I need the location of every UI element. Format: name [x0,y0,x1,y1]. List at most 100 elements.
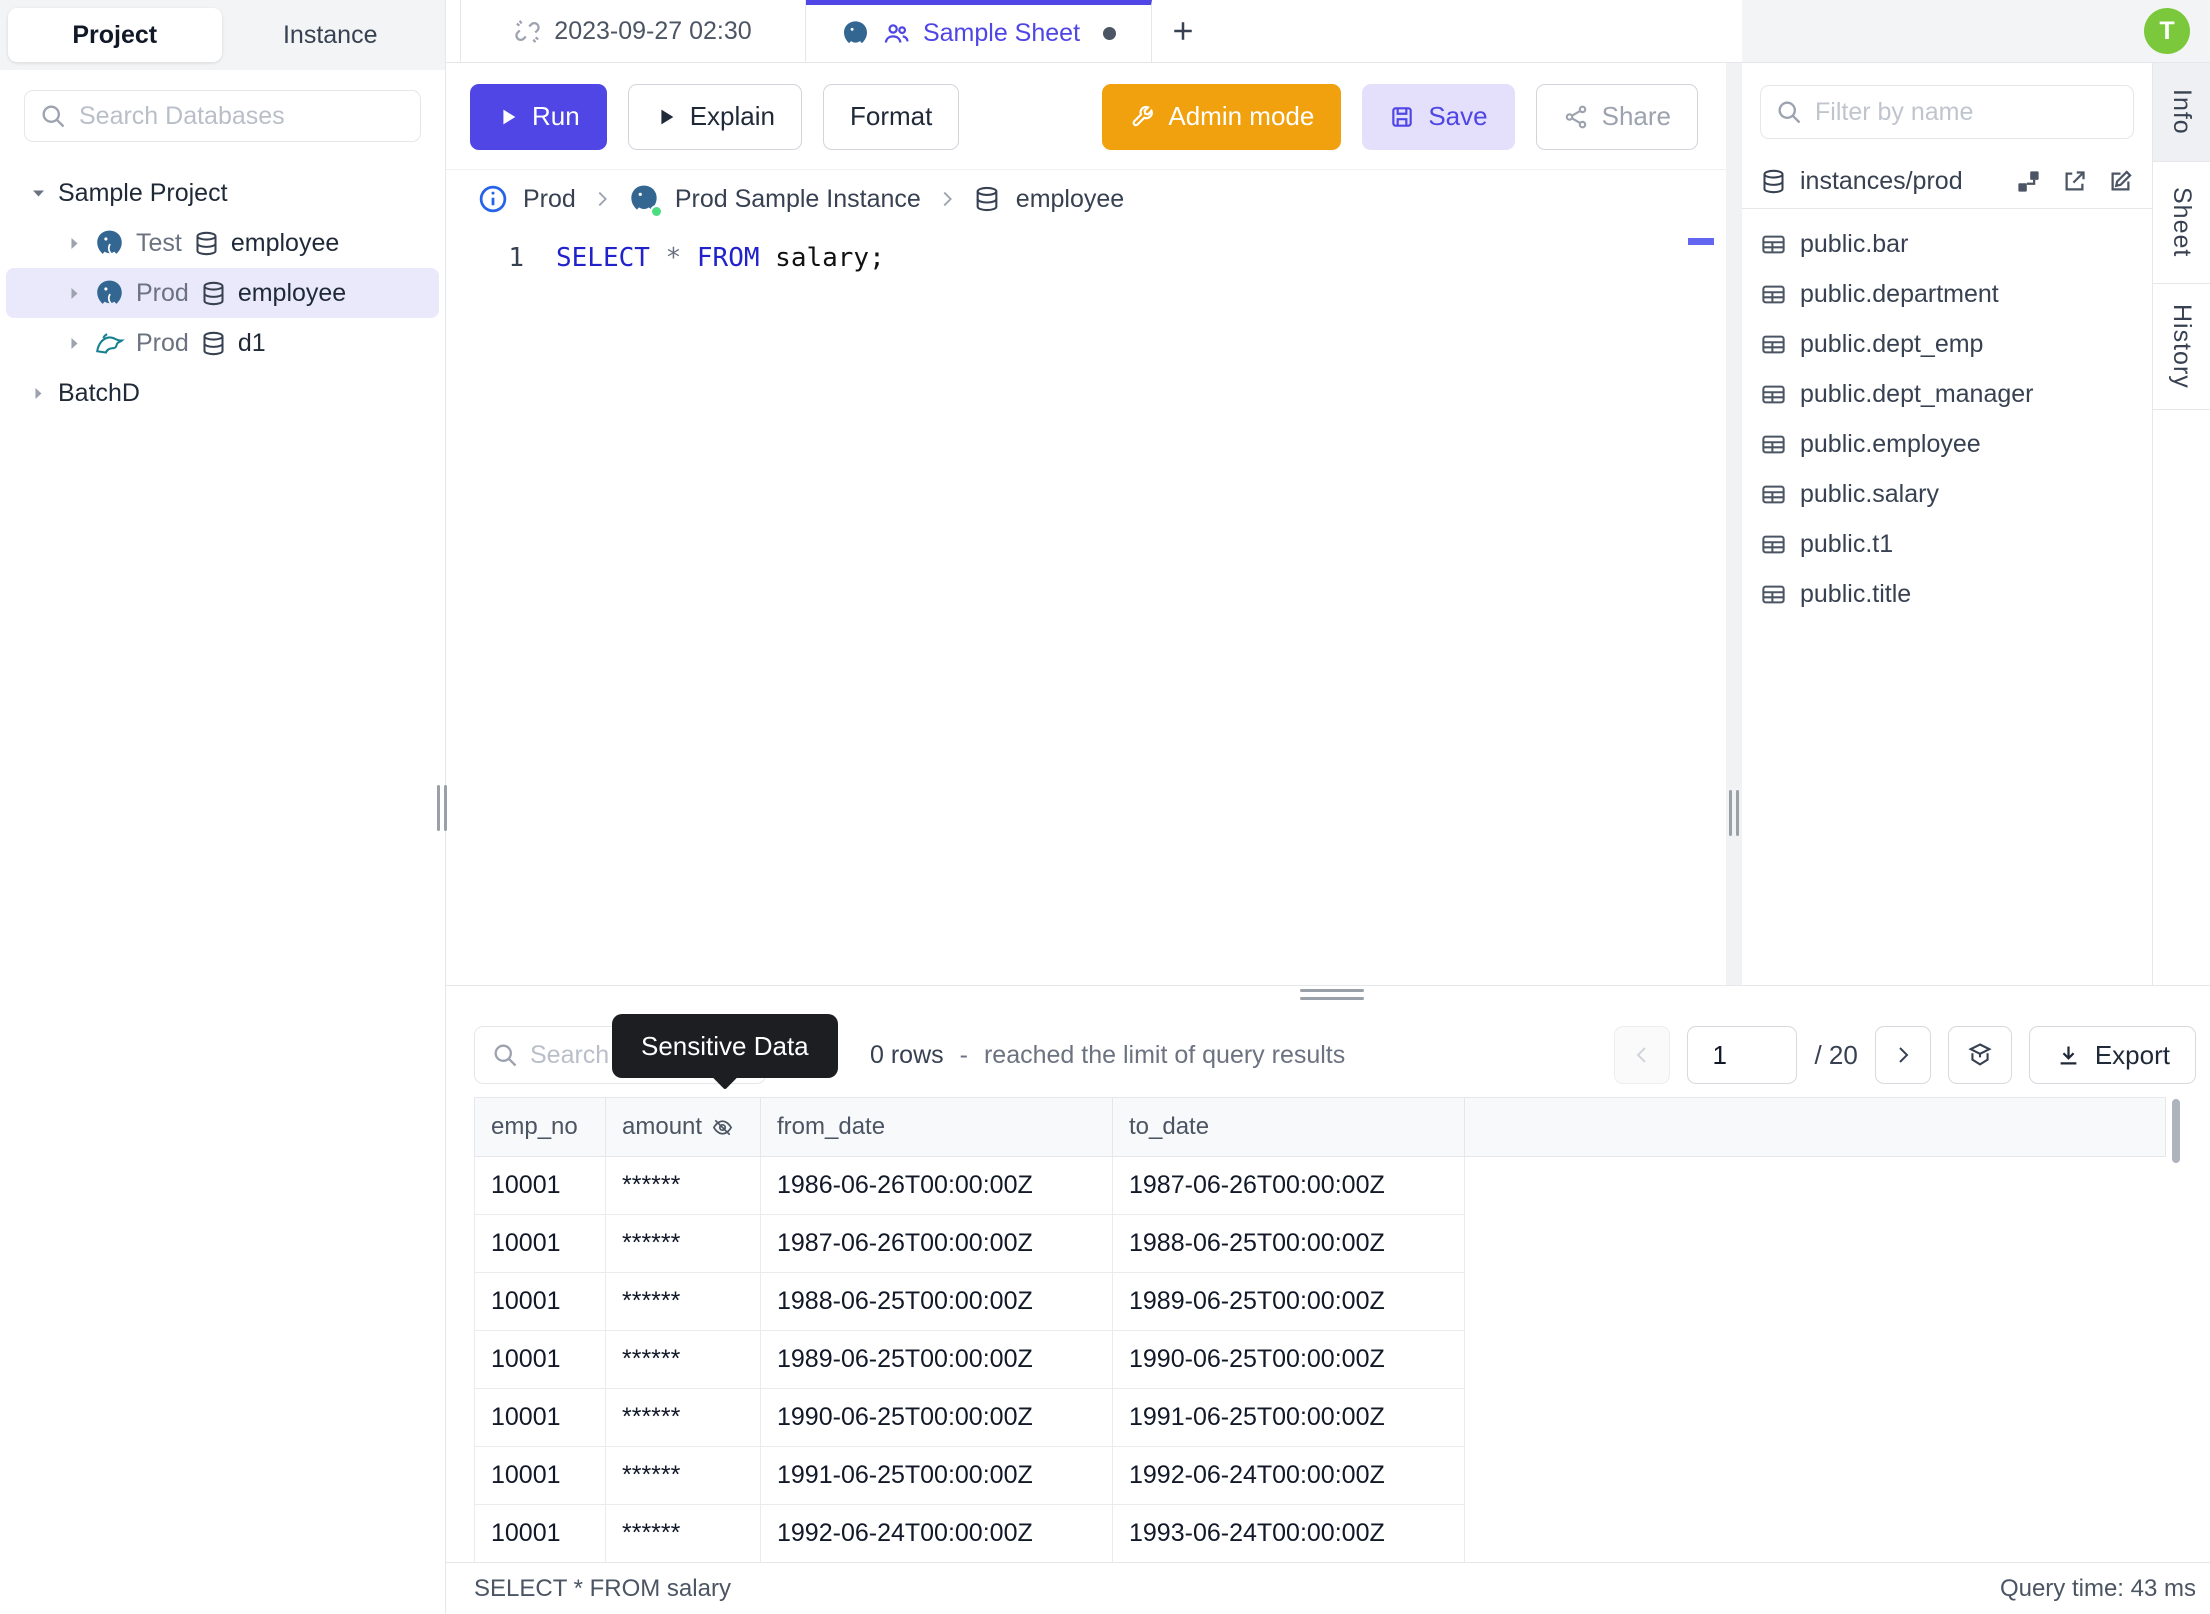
external-link-icon[interactable] [2061,168,2088,195]
project-label: BatchD [58,378,140,407]
table-list-item[interactable]: public.bar [1742,219,2152,269]
search-icon [494,1044,517,1067]
tree-node-test-employee[interactable]: Test employee [6,218,439,268]
caret-right-icon [71,337,78,349]
save-button[interactable]: Save [1362,83,1515,150]
postgresql-icon [97,230,122,254]
column-header[interactable]: from_date [761,1098,1113,1156]
table-row[interactable]: 10001 ****** 1987-06-26T00:00:00Z 1988-0… [475,1215,1465,1273]
play-icon [661,109,674,124]
tab-info[interactable]: Info [2153,63,2210,162]
sheet-tab-title: Sample Sheet [922,19,1081,47]
database-icon [203,281,224,305]
sheet-tab-history[interactable]: 2023-09-27 02:30 [460,0,806,62]
code-editor[interactable]: 1 SELECT * FROM salary; [446,243,1726,273]
table-row[interactable]: 10001 ****** 1989-06-25T00:00:00Z 1990-0… [475,1331,1465,1389]
prev-page-button[interactable] [1614,1026,1671,1084]
schema-panel: instances/prod public.bar public.departm… [1742,63,2152,985]
format-button[interactable]: Format [822,83,960,150]
results-footer: SELECT * FROM salary Query time: 43 ms [446,1562,2210,1614]
table-list-item[interactable]: public.dept_manager [1742,369,2152,419]
connection-source-label: instances/prod [1800,167,1963,195]
chevron-right-icon [1899,1047,1909,1063]
database-tree: Sample Project Test employee Prod employ… [0,168,445,418]
breadcrumb-instance[interactable]: Prod Sample Instance [675,185,921,214]
database-label: employee [230,228,340,257]
table-list-item[interactable]: public.salary [1742,469,2152,519]
table-list-item[interactable]: public.employee [1742,419,2152,469]
data-box-button[interactable] [1947,1026,2012,1084]
table-row[interactable]: 10001 ****** 1991-06-25T00:00:00Z 1992-0… [475,1447,1465,1505]
new-tab-button[interactable] [1152,0,1214,62]
tree-node-batchd[interactable]: BatchD [6,368,439,418]
environment-label: Test [136,228,182,257]
table-list-item[interactable]: public.title [1742,569,2152,619]
table-row[interactable]: 10001 ****** 1990-06-25T00:00:00Z 1991-0… [475,1389,1465,1447]
mysql-icon [96,332,125,354]
unlink-icon [515,19,540,43]
chevron-left-icon [1637,1047,1647,1063]
project-label: Sample Project [58,178,228,207]
results-resize-handle[interactable] [1300,989,1364,1000]
box-icon [1968,1043,1992,1066]
table-row[interactable]: 10001 ****** 1988-06-25T00:00:00Z 1989-0… [475,1273,1465,1331]
search-databases-input[interactable] [79,101,406,131]
sheet-tab-active[interactable]: Sample Sheet [806,0,1152,62]
next-page-button[interactable] [1874,1026,1931,1084]
caret-right-icon [71,287,78,299]
results-scrollbar[interactable] [2172,1099,2180,1163]
edit-icon[interactable] [2107,168,2134,195]
database-label: d1 [237,328,266,357]
column-header-filler [1465,1098,2165,1156]
column-header[interactable]: amount [606,1098,761,1156]
save-icon [1392,106,1413,127]
share-button[interactable]: Share [1535,83,1698,150]
top-right-bar: T [1742,0,2210,63]
sidebar-tab-switcher: Project Instance [0,0,445,70]
table-list-item[interactable]: public.department [1742,269,2152,319]
search-icon [1778,101,1801,124]
table-icon [1762,435,1785,453]
tree-node-project[interactable]: Sample Project [6,168,439,218]
column-header[interactable]: to_date [1113,1098,1465,1156]
chevron-right-icon [598,191,607,207]
sensitive-data-tooltip: Sensitive Data [612,1014,838,1078]
schema-diagram-icon[interactable] [2015,168,2042,195]
table-list-item[interactable]: public.t1 [1742,519,2152,569]
tree-node-prod-employee[interactable]: Prod employee [6,268,439,318]
breadcrumb-environment[interactable]: Prod [523,185,576,214]
tab-project[interactable]: Project [8,8,222,62]
row-count: 0 rows [870,1040,944,1069]
export-button[interactable]: Export [2028,1026,2196,1084]
breadcrumb-database[interactable]: employee [1016,185,1124,214]
executed-statement: SELECT * FROM salary [474,1574,731,1602]
sidebar-resize-handle[interactable] [437,785,447,831]
page-total: / 20 [1814,1039,1858,1070]
unsaved-dot [1103,27,1117,40]
admin-mode-button[interactable]: Admin mode [1102,83,1342,150]
table-icon [1762,535,1785,553]
eye-off-icon[interactable] [711,1116,734,1139]
filter-by-name-input[interactable] [1815,97,2137,127]
tab-history[interactable]: History [2153,284,2210,410]
tab-sheet[interactable]: Sheet [2153,162,2210,284]
column-header[interactable]: emp_no [475,1098,606,1156]
search-icon [42,105,65,128]
caret-right-icon [35,387,42,399]
table-list-item[interactable]: public.dept_emp [1742,319,2152,369]
play-icon [503,109,516,124]
tab-instance[interactable]: Instance [224,8,438,62]
explain-button[interactable]: Explain [627,83,802,150]
page-number-input[interactable] [1687,1026,1798,1084]
info-icon[interactable] [478,184,508,214]
user-avatar[interactable]: T [2144,8,2190,54]
query-results-panel: 0 rows - reached the limit of query resu… [446,985,2210,1614]
panel-divider[interactable] [1726,63,1742,985]
tree-node-prod-d1[interactable]: Prod d1 [6,318,439,368]
connection-source-row: instances/prod [1742,155,2152,209]
run-button[interactable]: Run [470,83,607,150]
table-row[interactable]: 10001 ****** 1992-06-24T00:00:00Z 1993-0… [475,1505,1465,1563]
people-icon [884,24,909,43]
line-number: 1 [508,243,524,273]
table-row[interactable]: 10001 ****** 1986-06-26T00:00:00Z 1987-0… [475,1157,1465,1215]
